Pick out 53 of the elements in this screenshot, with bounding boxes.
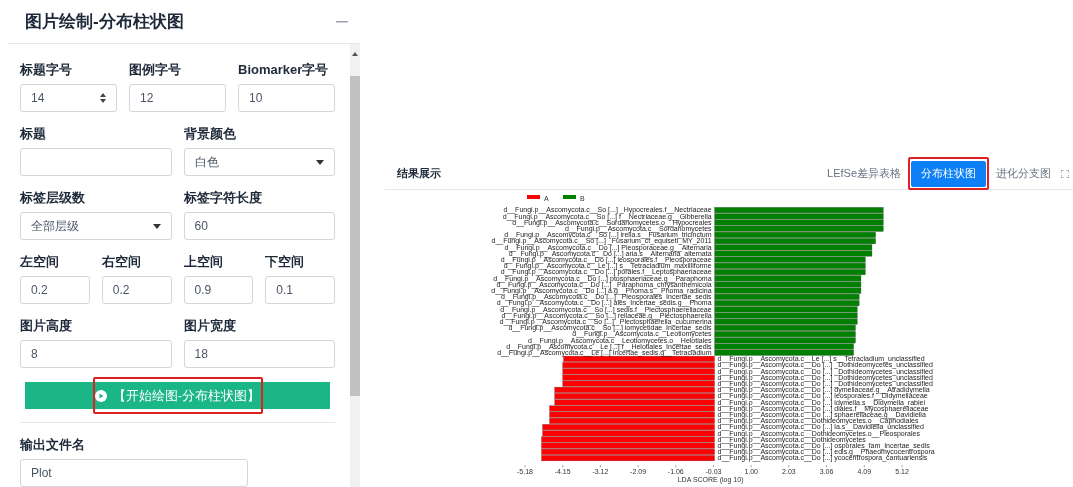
dropdown-caret-icon[interactable] (152, 223, 161, 229)
input-field[interactable]: 0.1 (265, 276, 335, 304)
tab[interactable]: 分布柱状图 (911, 160, 986, 187)
axis-tick (901, 464, 903, 468)
input-field[interactable]: 60 (183, 212, 335, 240)
input-field[interactable]: 10 (238, 84, 335, 112)
input-field[interactable]: Plot (20, 459, 248, 487)
panel-title: 图片绘制-分布柱状图 (25, 10, 184, 33)
input-field[interactable]: 0.9 (183, 276, 254, 304)
input-field[interactable]: 8 (20, 340, 172, 368)
axis-tick (675, 464, 677, 468)
field-label: 输出文件名 (20, 436, 86, 454)
input-field[interactable]: 0.2 (20, 276, 90, 304)
field-label: 上空间 (183, 253, 224, 271)
field-label: 图片宽度 (183, 317, 237, 335)
spinner-arrows-icon[interactable] (100, 93, 106, 103)
field-label: 背景颜色 (183, 125, 237, 143)
field-label: 标题 (20, 125, 47, 143)
play-icon (94, 389, 107, 402)
axis-tick (637, 464, 639, 468)
axis-tick (750, 464, 752, 468)
scrollbar[interactable] (350, 44, 360, 487)
axis-tick (562, 464, 563, 468)
axis-tick (826, 464, 827, 468)
field-label: 左空间 (20, 253, 60, 271)
scroll-up-icon[interactable] (352, 52, 358, 56)
minimize-icon[interactable] (336, 20, 348, 23)
input-field[interactable]: 12 (129, 84, 226, 112)
axis-tick (788, 464, 790, 468)
field-label: 图例字号 (129, 61, 182, 79)
input-field[interactable] (20, 148, 172, 176)
field-label: Biomarker字号 (238, 61, 330, 79)
select-field[interactable]: 全部层级 (20, 212, 172, 240)
dropdown-caret-icon[interactable] (316, 159, 324, 165)
axis-tick (713, 464, 714, 468)
field-label: 右空间 (101, 253, 142, 271)
axis-tick (524, 464, 526, 468)
field-label: 标题字号 (20, 61, 73, 79)
input-field[interactable]: 18 (183, 340, 335, 368)
scrollbar-thumb[interactable] (350, 76, 360, 396)
axis-tick (600, 464, 601, 468)
field-label: 标签层级数 (20, 189, 86, 207)
tab[interactable]: 进化分支图 (992, 160, 1055, 187)
number-field[interactable]: 14 (20, 84, 117, 112)
axis-tick (864, 464, 865, 468)
select-field[interactable]: 白色 (183, 148, 335, 176)
field-label: 标签字符长度 (183, 189, 263, 207)
fullscreen-icon[interactable] (1061, 169, 1069, 178)
field-label: 下空间 (265, 253, 306, 271)
input-field[interactable]: 0.2 (101, 276, 172, 304)
section-title: 结果展示 (397, 166, 441, 182)
field-label: 图片高度 (20, 317, 73, 335)
tab[interactable]: LEfSe差异表格 (823, 160, 905, 187)
